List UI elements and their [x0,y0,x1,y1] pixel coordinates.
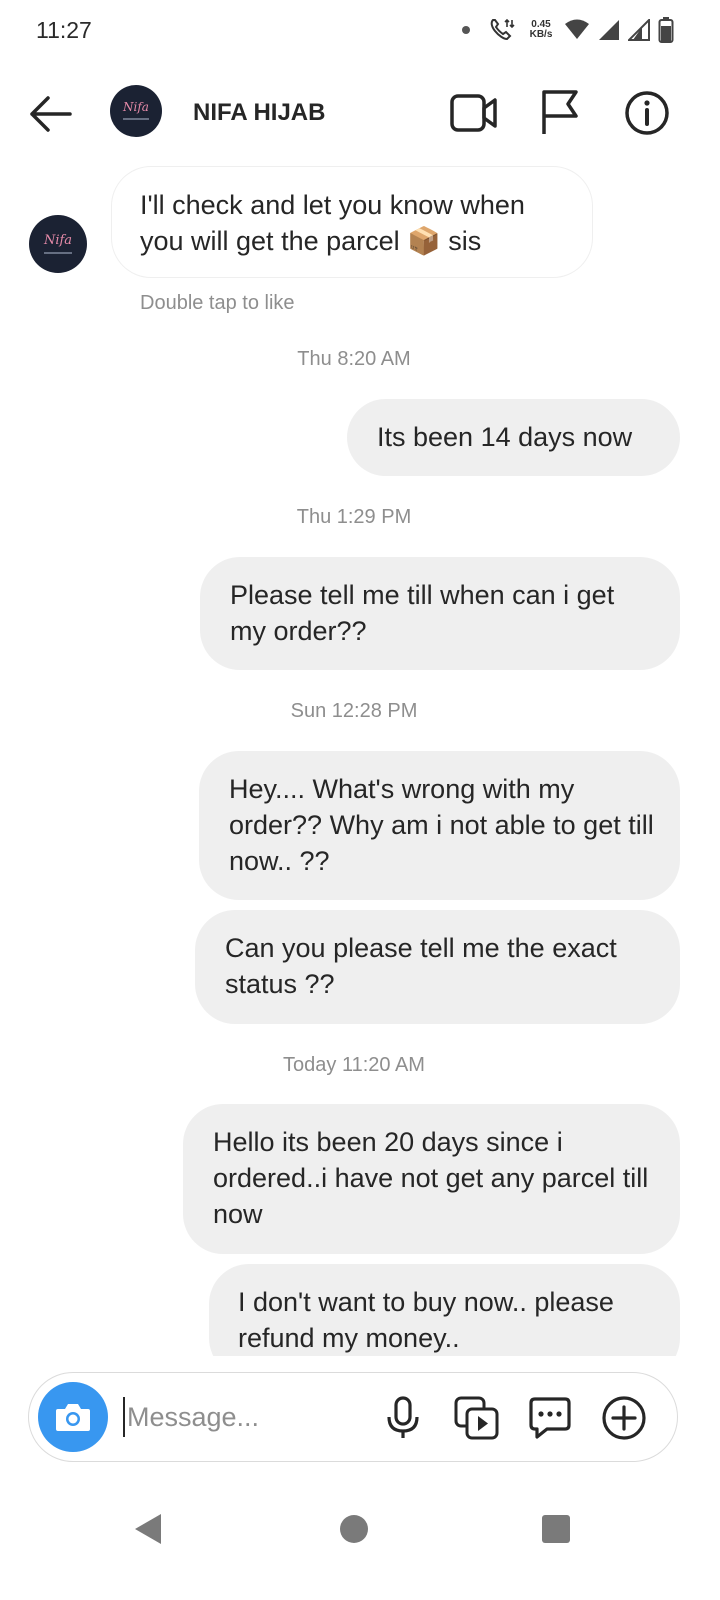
timestamp: Sun 12:28 PM [290,700,418,722]
gallery-button[interactable] [453,1395,501,1441]
voice-message-button[interactable] [384,1395,422,1441]
timestamp: Thu 8:20 AM [297,348,411,370]
report-button[interactable] [538,88,582,136]
wifi-icon [565,19,589,39]
back-button[interactable] [26,92,74,136]
microphone-icon [387,1396,419,1438]
status-time: 11:27 [36,17,92,43]
more-options-button[interactable] [601,1395,647,1441]
call-icon [490,18,515,41]
dot-icon [462,26,470,34]
network-speed-unit: KB/s [529,29,553,40]
sticker-button[interactable] [527,1395,573,1441]
chat-title[interactable]: NIFA HIJAB [193,99,325,127]
message-text: Please tell me till when can i get my or… [230,580,615,646]
signal-icon [599,20,619,40]
message-text: Hey.... What's wrong with my order?? Why… [229,774,654,876]
message-text: I'll check and let you know when you wil… [140,190,525,256]
signal-icon [628,19,650,41]
message-input[interactable] [123,1397,363,1437]
battery-icon [658,17,674,43]
nav-home-icon[interactable] [340,1515,368,1543]
outgoing-message[interactable]: Hello its been 20 days since i ordered..… [183,1104,680,1254]
status-bar: 11:27 0.45 KB/s [0,0,720,62]
avatar-image: Nifa [110,85,162,137]
video-call-button[interactable] [448,90,500,136]
back-arrow-icon [30,96,72,132]
network-speed: 0.45 KB/s [526,20,556,40]
avatar-logo-text: Nifa [43,233,72,248]
outgoing-message[interactable]: I don't want to buy now.. please refund … [209,1264,680,1356]
chat-header: Nifa NIFA HIJAB [0,70,720,156]
camera-button[interactable] [38,1382,108,1452]
outgoing-message[interactable]: Its been 14 days now [347,399,680,476]
message-text: Hello its been 20 days since i ordered..… [213,1127,649,1229]
message-list[interactable]: Nifa I'll check and let you know when yo… [0,160,720,1356]
system-navigation-bar [0,1490,720,1570]
sticker-icon [529,1397,571,1439]
avatar-image: Nifa [29,215,87,273]
gallery-icon [454,1396,499,1440]
sender-avatar[interactable]: Nifa [29,215,87,273]
outgoing-message[interactable]: Hey.... What's wrong with my order?? Why… [199,751,680,900]
status-icons: 0.45 KB/s [462,14,674,46]
incoming-message[interactable]: I'll check and let you know when you wil… [111,166,593,278]
info-icon [625,91,669,135]
message-text: Can you please tell me the exact status … [225,933,617,999]
profile-avatar[interactable]: Nifa [110,85,162,137]
plus-icon [602,1396,646,1440]
message-composer [28,1372,678,1462]
message-text: Its been 14 days now [377,422,633,452]
flag-icon [542,90,578,134]
video-camera-icon [450,94,497,132]
message-text: I don't want to buy now.. please refund … [238,1287,614,1353]
camera-icon [56,1404,90,1431]
nav-recents-icon[interactable] [542,1515,570,1543]
avatar-logo-text: Nifa [122,100,149,114]
timestamp: Today 11:20 AM [283,1054,425,1076]
timestamp: Thu 1:29 PM [296,506,412,528]
nav-back-icon[interactable] [133,1512,163,1546]
outgoing-message[interactable]: Can you please tell me the exact status … [195,910,680,1024]
outgoing-message[interactable]: Please tell me till when can i get my or… [200,557,680,670]
info-button[interactable] [624,90,670,136]
double-tap-hint: Double tap to like [140,292,295,314]
